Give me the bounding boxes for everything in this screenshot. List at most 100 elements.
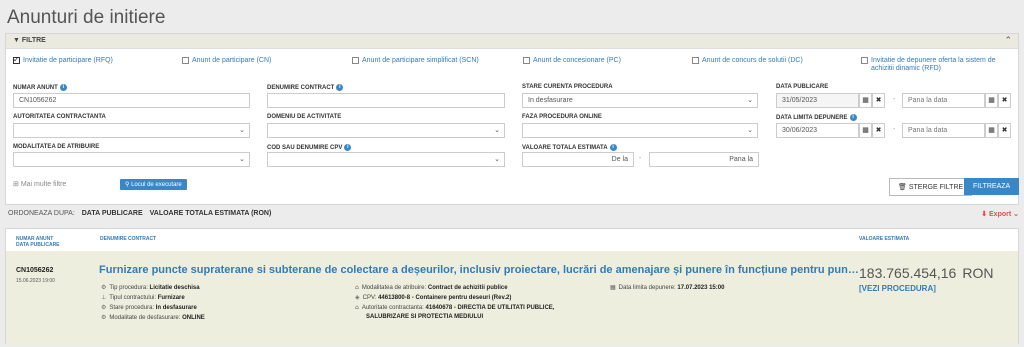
chevron-down-icon: ⌄ <box>494 127 500 134</box>
detail-stare: ⚙ Stare procedura: In desfasurare <box>101 304 197 311</box>
tag-icon: ◈ <box>355 294 360 301</box>
checkbox[interactable] <box>182 57 189 64</box>
results-header: NUMAR ANUNT DATA PUBLICARE DENUMIRE CONTR… <box>6 229 1018 251</box>
chevron-down-icon: ⌄ <box>239 127 245 134</box>
info-icon[interactable]: i <box>336 84 344 91</box>
denumire-contract-label: DENUMIRE CONTRACT i <box>267 84 344 91</box>
filtreaza-button[interactable]: FILTREAZA <box>964 178 1020 195</box>
announcement-number: CN1056262 <box>16 267 54 274</box>
detail-autoritate-line2: SALUBRIZARE SI PROTECTIA MEDIULUI <box>366 314 484 320</box>
data-publicare-from[interactable]: 31/05/2023 <box>776 93 859 108</box>
trash-icon: 🗑 <box>898 184 909 191</box>
domeniu-select[interactable]: ⌄ <box>267 123 505 138</box>
range-separator: - <box>893 96 896 103</box>
details-col-2: ⌂ Modalitatea de atribuire: Contract de a… <box>355 283 554 322</box>
detail-modalitate-desf: ⚙ Modalitate de desfasurare: ONLINE <box>101 314 205 321</box>
autoritatea-label: AUTORITATEA CONTRACTANTA <box>13 114 106 120</box>
calendar-icon[interactable]: ▦ <box>985 123 998 138</box>
detail-autoritate: ⌂ Autoritate contractanta: 41640678 - DIR… <box>355 304 555 311</box>
export-button[interactable]: ⬇ Export ⌄ <box>981 210 1019 218</box>
data-limita-to[interactable]: Pana la data <box>902 123 985 138</box>
calendar-icon[interactable]: ▦ <box>859 93 872 108</box>
gears-icon: ⚙ <box>101 304 107 311</box>
numar-anunt-input[interactable]: CN1056262 <box>13 93 250 108</box>
chevron-down-icon: ⌄ <box>1011 211 1019 218</box>
contract-title-link[interactable]: Furnizare puncte supraterane si subteran… <box>99 264 859 276</box>
plus-box-icon: ⊞ <box>13 181 21 188</box>
autoritatea-select[interactable]: ⌄ <box>13 123 250 138</box>
results-panel: NUMAR ANUNT DATA PUBLICARE DENUMIRE CONTR… <box>5 228 1019 345</box>
info-icon[interactable]: i <box>59 84 67 91</box>
sort-option-data-publicare[interactable]: DATA PUBLICARE <box>82 210 143 217</box>
type-checkbox-dc[interactable]: Anunt de concurs de solutii (DC) <box>692 57 803 65</box>
stare-curenta-label: STARE CURENTA PROCEDURA <box>522 84 613 90</box>
cod-cpv-label: COD SAU DENUMIRE CPV i <box>267 144 352 151</box>
clear-icon[interactable]: ✖ <box>998 93 1011 108</box>
data-limita-label: DATA LIMITA DEPUNERE i <box>776 114 857 121</box>
valoare-to[interactable]: Pana la <box>649 152 759 167</box>
page: Anunturi de initiere ▼ FILTRE ⌃ Invitati… <box>0 0 1024 347</box>
data-limita-from[interactable]: 30/06/2023 <box>776 123 859 138</box>
vezi-procedura-link[interactable]: [VEZI PROCEDURA] <box>859 284 936 293</box>
gears-icon: ⚙ <box>101 314 107 321</box>
chevron-down-icon: ⌄ <box>494 156 500 163</box>
publication-date: 15.06.2023 19:00 <box>16 278 55 284</box>
download-icon: ⬇ <box>981 211 990 218</box>
cod-cpv-select[interactable]: ⌄ <box>267 152 505 167</box>
type-checkbox-rfd[interactable]: Invitatie de depunere oferta la sistem d… <box>861 57 1011 73</box>
info-icon[interactable]: i <box>849 114 857 121</box>
chevron-up-icon[interactable]: ⌃ <box>1004 35 1012 46</box>
filters-header[interactable]: ▼ FILTRE ⌃ <box>6 34 1018 49</box>
data-publicare-label: DATA PUBLICARE <box>776 84 829 90</box>
valoare-label: VALOARE TOTALA ESTIMATA i <box>522 144 617 151</box>
sterge-filtre-button[interactable]: 🗑 STERGE FILTRE <box>889 178 973 196</box>
checkbox[interactable] <box>352 57 359 64</box>
type-checkbox-rfq[interactable]: Invitatie de participare (RFQ) <box>13 55 113 65</box>
clear-icon[interactable]: ✖ <box>998 123 1011 138</box>
estimated-value: 183.765.454,16 RON <box>859 265 994 281</box>
modalitatea-label: MODALITATEA DE ATRIBUIRE <box>13 144 100 150</box>
calendar-icon[interactable]: ▦ <box>859 123 872 138</box>
detail-cpv: ◈ CPV: 44613800-8 - Containere pentru des… <box>355 294 512 301</box>
page-title: Anunturi de initiere <box>7 7 166 28</box>
detail-data-limita: ▦ Data limita depunere: 17.07.2023 15:00 <box>610 284 725 291</box>
table-row[interactable]: CN1056262 15.06.2023 19:00 Furnizare pun… <box>6 251 1018 345</box>
checkbox[interactable] <box>13 55 20 64</box>
chevron-down-icon: ⌄ <box>747 97 753 104</box>
sort-option-valoare[interactable]: VALOARE TOTALA ESTIMATA (RON) <box>150 210 272 217</box>
domeniu-label: DOMENIU DE ACTIVITATE <box>267 114 342 120</box>
bank-icon: ⌂ <box>355 304 359 311</box>
denumire-contract-input[interactable] <box>267 93 505 108</box>
data-publicare-to[interactable]: Pana la data <box>902 93 985 108</box>
details-col-3: ▦ Data limita depunere: 17.07.2023 15:00 <box>610 283 724 293</box>
mai-multe-filtre-link[interactable]: ⊞ Mai multe filtre <box>13 180 66 188</box>
type-checkbox-pc[interactable]: Anunt de concesionare (PC) <box>523 57 621 65</box>
modalitatea-select[interactable]: ⌄ <box>13 152 250 167</box>
chevron-down-icon: ⌄ <box>747 127 753 134</box>
details-col-1: ⚙ Tip procedura: Licitatie deschisa ⊥ Tipu… <box>101 283 205 323</box>
info-icon[interactable]: i <box>344 144 352 151</box>
chevron-down-icon: ⌄ <box>239 156 245 163</box>
col-header-valoare[interactable]: VALOARE ESTIMATA <box>859 236 909 242</box>
bank-icon: ⌂ <box>355 284 359 291</box>
range-separator: - <box>893 126 896 133</box>
filters-header-label: ▼ FILTRE <box>13 37 46 44</box>
faza-select[interactable]: ⌄ <box>522 123 758 138</box>
calendar-icon[interactable]: ▦ <box>985 93 998 108</box>
info-icon[interactable]: i <box>609 144 617 151</box>
clear-icon[interactable]: ✖ <box>872 93 885 108</box>
locul-de-executare-button[interactable]: ⚲ Locul de executare <box>120 179 187 190</box>
stare-curenta-select[interactable]: In desfasurare ⌄ <box>522 93 758 108</box>
checkbox[interactable] <box>861 57 868 64</box>
type-checkbox-cn[interactable]: Anunt de participare (CN) <box>182 57 271 65</box>
valoare-from[interactable]: De la <box>522 152 634 167</box>
clear-icon[interactable]: ✖ <box>872 123 885 138</box>
col-header-denumire[interactable]: DENUMIRE CONTRACT <box>100 236 156 242</box>
type-checkbox-scn[interactable]: Anunt de participare simplificat (SCN) <box>352 57 479 65</box>
detail-tip-procedura: ⚙ Tip procedura: Licitatie deschisa <box>101 284 200 291</box>
checkbox[interactable] <box>692 57 699 64</box>
sitemap-icon: ⊥ <box>101 294 107 301</box>
faza-label: FAZA PROCEDURA ONLINE <box>522 114 602 120</box>
checkbox[interactable] <box>523 57 530 64</box>
col-header-numar[interactable]: NUMAR ANUNT DATA PUBLICARE <box>16 236 60 248</box>
